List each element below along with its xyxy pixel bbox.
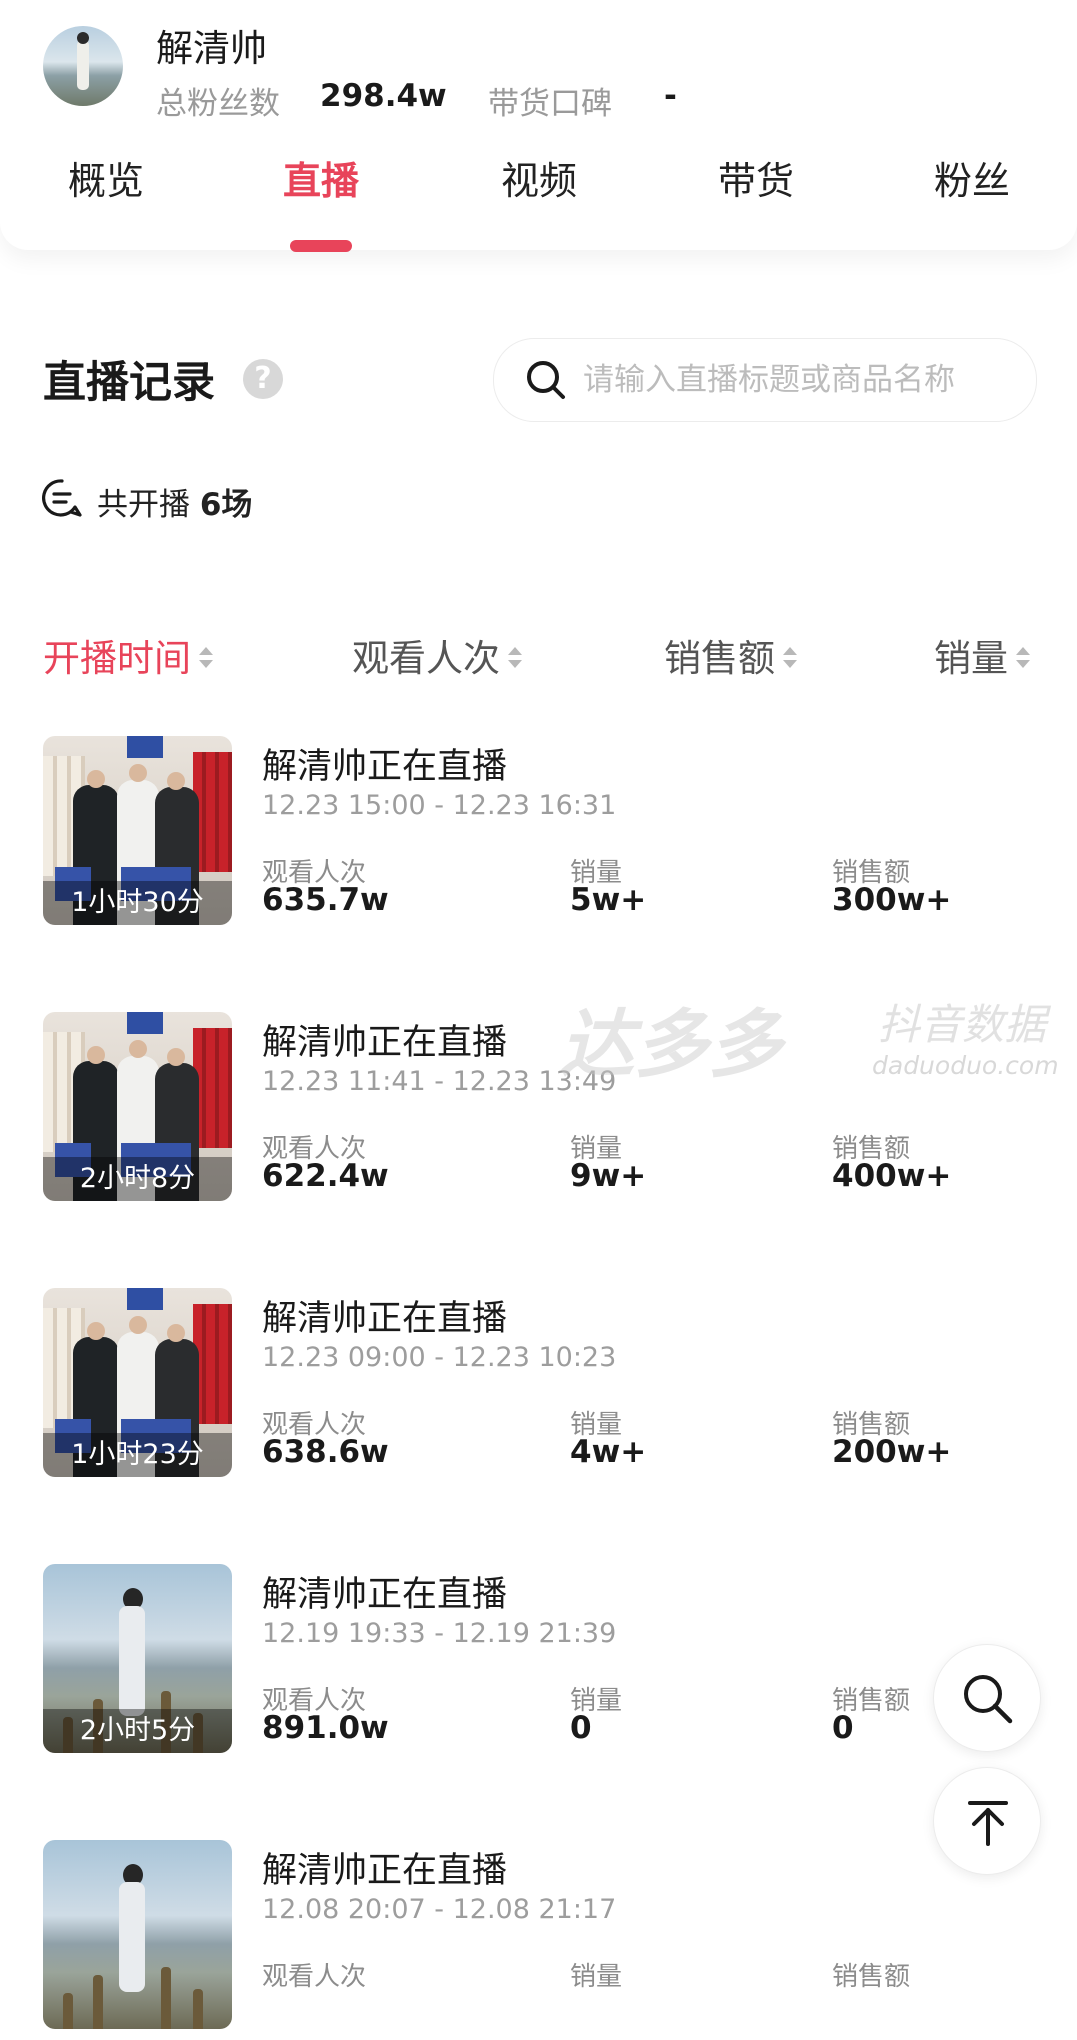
record-title: 解清帅正在直播 xyxy=(262,1299,508,1339)
record-title: 解清帅正在直播 xyxy=(262,1023,508,1063)
record-title: 解清帅正在直播 xyxy=(262,1851,508,1891)
views-value: 635.7w xyxy=(262,882,389,918)
sort-views[interactable]: 观看人次 xyxy=(352,628,522,682)
sales-amount-value: 0 xyxy=(832,1710,854,1746)
tab-live[interactable]: 直播 xyxy=(241,150,401,205)
sales-amount-value: 200w+ xyxy=(832,1434,952,1470)
tab-overview[interactable]: 概览 xyxy=(26,150,186,205)
fans-label: 总粉丝数 xyxy=(156,86,280,122)
duration-badge: 1小时30分 xyxy=(43,881,232,925)
sort-label: 开播时间 xyxy=(43,637,191,680)
live-thumbnail[interactable]: 2小时5分 xyxy=(43,1564,232,1753)
tab-video[interactable]: 视频 xyxy=(459,150,619,205)
live-record[interactable]: 2小时8分 解清帅正在直播 12.23 11:41 - 12.23 13:49 … xyxy=(0,1012,1077,1212)
record-time: 12.19 19:33 - 12.19 21:39 xyxy=(262,1618,617,1649)
sales-count-value: 9w+ xyxy=(570,1158,647,1194)
record-time: 12.23 11:41 - 12.23 13:49 xyxy=(262,1066,617,1097)
live-record[interactable]: 1小时23分 解清帅正在直播 12.23 09:00 - 12.23 10:23… xyxy=(0,1288,1077,1488)
sort-sales-amount[interactable]: 销售额 xyxy=(664,628,797,682)
record-title: 解清帅正在直播 xyxy=(262,747,508,787)
record-title: 解清帅正在直播 xyxy=(262,1575,508,1615)
active-tab-indicator xyxy=(290,240,352,252)
record-time: 12.08 20:07 - 12.08 21:17 xyxy=(262,1894,617,1925)
live-thumbnail[interactable]: 1小时23分 xyxy=(43,1288,232,1477)
search-input[interactable] xyxy=(581,357,1005,403)
sales-count-label: 销量 xyxy=(570,1962,623,1992)
total-sessions: 共开播 6场 xyxy=(97,479,252,524)
back-to-top-button[interactable] xyxy=(933,1767,1041,1875)
live-list-icon xyxy=(42,479,82,517)
sort-start-time[interactable]: 开播时间 xyxy=(43,628,213,682)
duration-badge: 2小时8分 xyxy=(43,1157,232,1201)
sort-caret-icon xyxy=(199,643,213,673)
duration-badge: 2小时5分 xyxy=(43,1709,232,1753)
duration-badge: 1小时23分 xyxy=(43,1433,232,1477)
live-record[interactable]: 2小时5分 解清帅正在直播 12.19 19:33 - 12.19 21:39 … xyxy=(0,1564,1077,1764)
views-value: 638.6w xyxy=(262,1434,389,1470)
floating-search-button[interactable] xyxy=(933,1644,1041,1752)
sales-count-value: 5w+ xyxy=(570,882,647,918)
search-icon xyxy=(964,1675,1013,1724)
sales-amount-label: 销售额 xyxy=(832,1962,911,1992)
live-thumbnail[interactable] xyxy=(43,1840,232,2029)
reputation-value: - xyxy=(664,78,677,114)
live-thumbnail[interactable]: 1小时30分 xyxy=(43,736,232,925)
reputation-label: 带货口碑 xyxy=(488,86,612,122)
live-thumbnail[interactable]: 2小时8分 xyxy=(43,1012,232,1201)
sort-label: 销量 xyxy=(934,637,1008,680)
fans-value: 298.4w xyxy=(320,78,447,114)
sort-caret-icon xyxy=(508,643,522,673)
arrow-up-icon xyxy=(968,1801,1008,1846)
views-value: 891.0w xyxy=(262,1710,389,1746)
sort-caret-icon xyxy=(783,643,797,673)
avatar[interactable] xyxy=(43,26,123,106)
sales-count-value: 4w+ xyxy=(570,1434,647,1470)
sort-sales-count[interactable]: 销量 xyxy=(934,628,1030,682)
sales-amount-value: 400w+ xyxy=(832,1158,952,1194)
live-record[interactable]: 1小时30分 解清帅正在直播 12.23 15:00 - 12.23 16:31… xyxy=(0,736,1077,936)
profile-header: 解清帅 总粉丝数 298.4w 带货口碑 - 概览 直播 视频 带货 粉丝 xyxy=(0,0,1077,252)
sales-count-value: 0 xyxy=(570,1710,592,1746)
views-value: 622.4w xyxy=(262,1158,389,1194)
tab-bar: 概览 直播 视频 带货 粉丝 xyxy=(0,150,1077,210)
total-count: 6场 xyxy=(199,487,253,523)
sort-caret-icon xyxy=(1016,643,1030,673)
search-icon xyxy=(527,361,565,399)
search-box[interactable] xyxy=(493,338,1037,422)
live-record[interactable]: 解清帅正在直播 12.08 20:07 - 12.08 21:17 观看人次 销… xyxy=(0,1840,1077,2040)
sort-bar: 开播时间 观看人次 销售额 销量 xyxy=(0,628,1077,688)
tab-fans[interactable]: 粉丝 xyxy=(892,150,1052,205)
total-prefix: 共开播 xyxy=(97,487,190,523)
views-label: 观看人次 xyxy=(262,1962,367,1992)
record-time: 12.23 15:00 - 12.23 16:31 xyxy=(262,790,617,821)
sort-label: 销售额 xyxy=(664,637,775,680)
section-title: 直播记录 xyxy=(43,358,215,408)
help-icon[interactable]: ? xyxy=(243,359,283,399)
tab-commerce[interactable]: 带货 xyxy=(676,150,836,205)
sort-label: 观看人次 xyxy=(352,637,500,680)
sales-amount-value: 300w+ xyxy=(832,882,952,918)
record-time: 12.23 09:00 - 12.23 10:23 xyxy=(262,1342,617,1373)
profile-name: 解清帅 xyxy=(156,27,267,70)
